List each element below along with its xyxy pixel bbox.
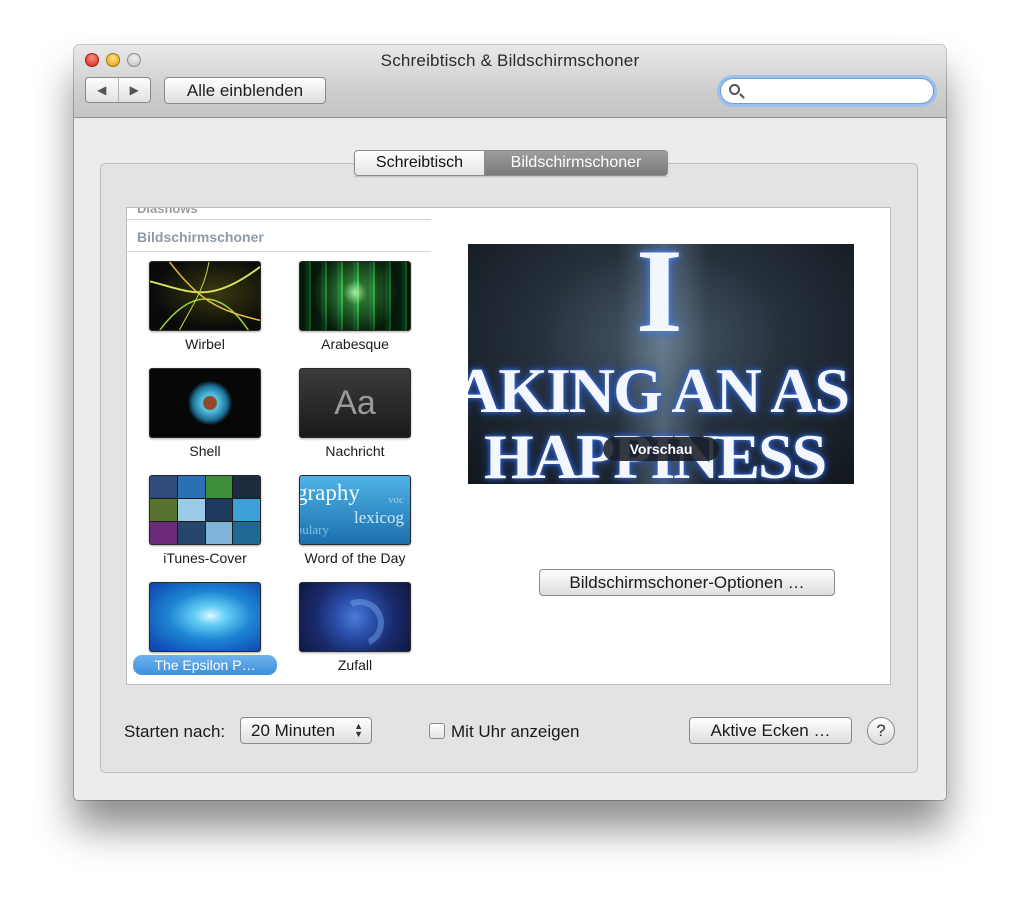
list-item-word-of-the-day[interactable]: graphy voc lexicog abulary Word of the D… <box>277 475 427 582</box>
zufall-thumbnail <box>299 582 411 652</box>
help-button[interactable]: ? <box>867 717 895 745</box>
list-item-label: Wirbel <box>185 336 225 352</box>
search-input[interactable] <box>746 81 930 103</box>
nachricht-thumbnail: Aa <box>299 368 411 438</box>
list-item-wirbel[interactable]: Wirbel <box>127 261 277 368</box>
list-item-epsilon[interactable]: The Epsilon P… <box>127 582 277 684</box>
search-icon <box>729 84 740 95</box>
list-item-label: Shell <box>189 443 221 459</box>
help-icon: ? <box>876 721 886 740</box>
list-item-arabesque[interactable]: Arabesque <box>277 261 427 368</box>
section-divider <box>127 219 431 220</box>
back-arrow-icon: ◀ <box>97 83 107 97</box>
preview-pane: I AKING AN AS HAPPINESS Vorschau Bildsch… <box>431 207 891 685</box>
preview-button[interactable]: Vorschau <box>603 437 719 461</box>
start-after-select[interactable]: 20 Minuten ▲ ▼ <box>240 717 372 744</box>
epsilon-thumbnail <box>149 582 261 652</box>
preview-big-letter: I <box>636 244 683 357</box>
forward-button[interactable]: ▶ <box>117 78 151 102</box>
itunes-cover-thumbnail <box>149 475 261 545</box>
list-item-label: Nachricht <box>325 443 385 459</box>
show-clock-checkbox[interactable] <box>429 723 445 739</box>
search-field[interactable] <box>720 78 934 104</box>
screensaver-preview[interactable]: I AKING AN AS HAPPINESS Vorschau <box>468 244 854 484</box>
list-item-label: Arabesque <box>321 336 389 352</box>
list-item-shell[interactable]: Shell <box>127 368 277 475</box>
preview-text-line-1: AKING AN AS <box>468 355 850 426</box>
tab-screensaver[interactable]: Bildschirmschoner <box>485 150 668 176</box>
start-after-value: 20 Minuten <box>251 721 336 740</box>
screensaver-options-button[interactable]: Bildschirmschoner-Optionen … <box>539 569 835 596</box>
show-all-button[interactable]: Alle einblenden <box>164 77 326 104</box>
list-item-label: iTunes-Cover <box>163 550 247 566</box>
screensavers-section-header: Bildschirmschoner <box>137 229 264 245</box>
navigation-segment: ◀ ▶ <box>85 77 151 103</box>
title-bar: Schreibtisch & Bildschirmschoner ◀ ▶ All… <box>74 45 946 118</box>
hot-corners-button[interactable]: Aktive Ecken … <box>689 717 852 744</box>
preferences-window: Schreibtisch & Bildschirmschoner ◀ ▶ All… <box>74 45 946 800</box>
word-of-the-day-thumbnail: graphy voc lexicog abulary <box>299 475 411 545</box>
slideshows-section-header: Diashows <box>137 207 198 216</box>
screensaver-list[interactable]: Diashows Bildschirmschoner Wirbel Arabes… <box>126 207 432 685</box>
arabesque-thumbnail <box>299 261 411 331</box>
window-title: Schreibtisch & Bildschirmschoner <box>380 51 640 70</box>
list-item-label: Zufall <box>337 657 373 673</box>
list-item-label: Word of the Day <box>304 550 406 566</box>
back-button[interactable]: ◀ <box>86 78 118 102</box>
list-item-zufall[interactable]: Zufall <box>277 582 427 684</box>
updown-arrows-icon: ▲ ▼ <box>354 721 363 739</box>
tab-bar: Schreibtisch Bildschirmschoner <box>354 150 668 176</box>
wirbel-thumbnail <box>149 261 261 331</box>
tab-desktop[interactable]: Schreibtisch <box>354 150 485 176</box>
thumbnail-text: Aa <box>334 383 376 422</box>
shell-thumbnail <box>149 368 261 438</box>
show-clock-label[interactable]: Mit Uhr anzeigen <box>451 722 580 742</box>
list-item-itunes-cover[interactable]: iTunes-Cover <box>127 475 277 582</box>
start-after-label: Starten nach: <box>124 722 226 741</box>
list-item-nachricht[interactable]: Aa Nachricht <box>277 368 427 475</box>
list-item-label-selected: The Epsilon P… <box>133 655 277 675</box>
forward-arrow-icon: ▶ <box>129 83 139 97</box>
section-divider <box>127 251 431 252</box>
